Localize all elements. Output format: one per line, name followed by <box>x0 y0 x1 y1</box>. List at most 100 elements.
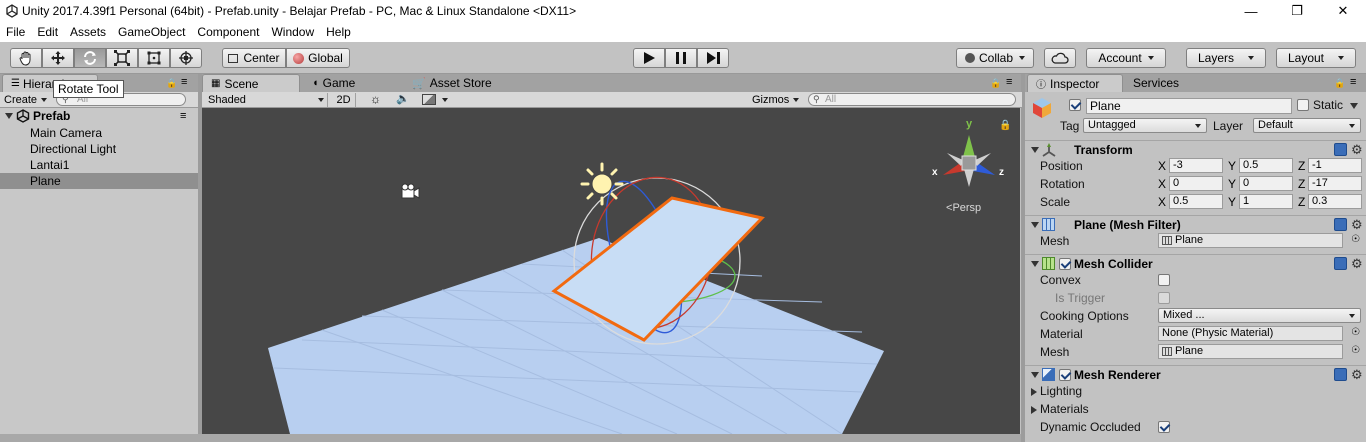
lighting-toggle-icon[interactable]: ☼ <box>370 92 381 107</box>
expand-triangle-icon[interactable] <box>1031 147 1039 153</box>
help-book-icon[interactable] <box>1334 257 1347 270</box>
materials-foldout[interactable]: Materials <box>1040 402 1089 416</box>
scene-canvas[interactable]: 🔒 <box>202 108 1020 434</box>
scene-lock-icon[interactable]: 🔒 <box>999 119 1011 131</box>
restore-icon[interactable]: ❐ <box>1274 0 1320 22</box>
transform-header[interactable]: Transform ⚙ <box>1025 140 1366 158</box>
directional-light-icon[interactable] <box>580 162 624 206</box>
mesh-renderer-header[interactable]: Mesh Renderer ⚙ <box>1025 365 1366 383</box>
tab-scene[interactable]: ▦ Scene <box>202 74 300 92</box>
menu-edit[interactable]: Edit <box>31 25 64 39</box>
hierarchy-item-directional-light[interactable]: Directional Light <box>0 141 198 157</box>
mesh-filter-header[interactable]: Plane (Mesh Filter) ⚙ <box>1025 215 1366 233</box>
lock-icon[interactable]: 🔒 <box>166 78 177 89</box>
position-y-field[interactable]: 0.5 <box>1239 158 1293 173</box>
materials-expand-icon[interactable] <box>1031 406 1037 414</box>
move-tool-button[interactable] <box>42 48 74 68</box>
scene-menu-icon[interactable]: ≡ <box>180 108 186 124</box>
scale-tool-button[interactable] <box>106 48 138 68</box>
transform-tool-button[interactable] <box>170 48 202 68</box>
help-book-icon[interactable] <box>1334 143 1347 156</box>
rotation-z-field[interactable]: -17 <box>1308 176 1362 191</box>
cooking-options-dropdown[interactable]: Mixed ... <box>1158 308 1361 323</box>
help-book-icon[interactable] <box>1334 218 1347 231</box>
mesh-collider-header[interactable]: Mesh Collider ⚙ <box>1025 254 1366 272</box>
active-checkbox[interactable] <box>1069 99 1081 111</box>
gear-icon[interactable]: ⚙ <box>1351 218 1363 231</box>
collab-dropdown[interactable]: Collab <box>956 48 1034 68</box>
object-name-field[interactable]: Plane <box>1086 98 1292 114</box>
layer-dropdown[interactable]: Default <box>1253 118 1361 133</box>
hierarchy-item-lantai1[interactable]: Lantai1 <box>0 157 198 173</box>
effects-toggle-icon[interactable] <box>422 94 436 105</box>
panel-menu-icon[interactable]: ≡ <box>1006 76 1012 88</box>
menu-window[interactable]: Window <box>265 25 320 39</box>
scale-x-field[interactable]: 0.5 <box>1169 194 1223 209</box>
expand-triangle-icon[interactable] <box>1031 372 1039 378</box>
panel-menu-icon[interactable]: ≡ <box>181 76 187 88</box>
create-dropdown[interactable]: Create <box>4 93 48 107</box>
scene-search-input[interactable]: ⚲ All <box>808 93 1016 106</box>
caret-icon[interactable] <box>442 98 448 102</box>
projection-label[interactable]: <Persp <box>946 202 981 214</box>
menu-file[interactable]: File <box>0 25 31 39</box>
scale-y-field[interactable]: 1 <box>1239 194 1293 209</box>
tab-services[interactable]: Services <box>1123 74 1219 92</box>
position-x-field[interactable]: -3 <box>1169 158 1223 173</box>
mesh-renderer-enabled-checkbox[interactable] <box>1059 369 1071 381</box>
rotation-y-field[interactable]: 0 <box>1239 176 1293 191</box>
audio-toggle-icon[interactable]: 🔈 <box>396 92 410 107</box>
gear-icon[interactable]: ⚙ <box>1351 143 1363 156</box>
menu-component[interactable]: Component <box>191 25 265 39</box>
scene-root-row[interactable]: Prefab ≡ <box>0 108 198 124</box>
hierarchy-item-main-camera[interactable]: Main Camera <box>0 125 198 141</box>
hierarchy-item-plane[interactable]: Plane <box>0 173 198 189</box>
lock-icon[interactable]: 🔒 <box>1334 78 1345 89</box>
menu-gameobject[interactable]: GameObject <box>112 25 191 39</box>
hand-tool-button[interactable] <box>10 48 42 68</box>
mesh-collider-enabled-checkbox[interactable] <box>1059 258 1071 270</box>
convex-checkbox[interactable] <box>1158 274 1170 286</box>
object-picker-icon[interactable]: ☉ <box>1351 234 1360 245</box>
minimize-icon[interactable]: — <box>1228 0 1274 22</box>
tag-dropdown[interactable]: Untagged <box>1083 118 1207 133</box>
scale-z-field[interactable]: 0.3 <box>1308 194 1362 209</box>
gear-icon[interactable]: ⚙ <box>1351 368 1363 381</box>
help-book-icon[interactable] <box>1334 368 1347 381</box>
close-icon[interactable]: ✕ <box>1320 0 1366 22</box>
pivot-center-button[interactable]: Center <box>222 48 286 68</box>
rotation-x-field[interactable]: 0 <box>1169 176 1223 191</box>
static-dropdown-icon[interactable] <box>1350 103 1358 109</box>
mesh-field[interactable]: Plane <box>1158 233 1343 248</box>
2d-toggle[interactable]: 2D <box>332 93 356 107</box>
pause-button[interactable] <box>665 48 697 68</box>
object-picker-icon[interactable]: ☉ <box>1351 327 1360 338</box>
material-field[interactable]: None (Physic Material) <box>1158 326 1343 341</box>
pivot-global-button[interactable]: Global <box>286 48 350 68</box>
orientation-gizmo[interactable] <box>943 135 995 187</box>
expand-triangle-icon[interactable] <box>1031 222 1039 228</box>
menu-assets[interactable]: Assets <box>64 25 112 39</box>
tab-asset-store[interactable]: 🛒 Asset Store <box>404 74 514 92</box>
ground-plane[interactable] <box>268 238 884 434</box>
collider-mesh-field[interactable]: Plane <box>1158 344 1343 359</box>
menu-help[interactable]: Help <box>320 25 357 39</box>
lock-icon[interactable]: 🔒 <box>990 78 1001 89</box>
layers-dropdown[interactable]: Layers <box>1186 48 1266 68</box>
cloud-button[interactable] <box>1044 48 1076 68</box>
tab-inspector[interactable]: ⓘ Inspector <box>1027 74 1123 92</box>
panel-menu-icon[interactable]: ≡ <box>1350 76 1356 88</box>
layout-dropdown[interactable]: Layout <box>1276 48 1356 68</box>
camera-gizmo-icon[interactable] <box>401 183 420 199</box>
play-button[interactable] <box>633 48 665 68</box>
expand-triangle-icon[interactable] <box>5 113 13 119</box>
scene-view[interactable]: 🔒 y x z <Persp <box>202 108 1020 434</box>
gizmos-dropdown[interactable]: Gizmos <box>752 93 800 107</box>
shading-mode-dropdown[interactable]: Shaded <box>208 93 328 107</box>
position-z-field[interactable]: -1 <box>1308 158 1362 173</box>
lighting-foldout[interactable]: Lighting <box>1040 384 1082 398</box>
gear-icon[interactable]: ⚙ <box>1351 257 1363 270</box>
rotate-tool-button[interactable] <box>74 48 106 68</box>
account-dropdown[interactable]: Account <box>1086 48 1166 68</box>
dynamic-occluded-checkbox[interactable] <box>1158 421 1170 433</box>
